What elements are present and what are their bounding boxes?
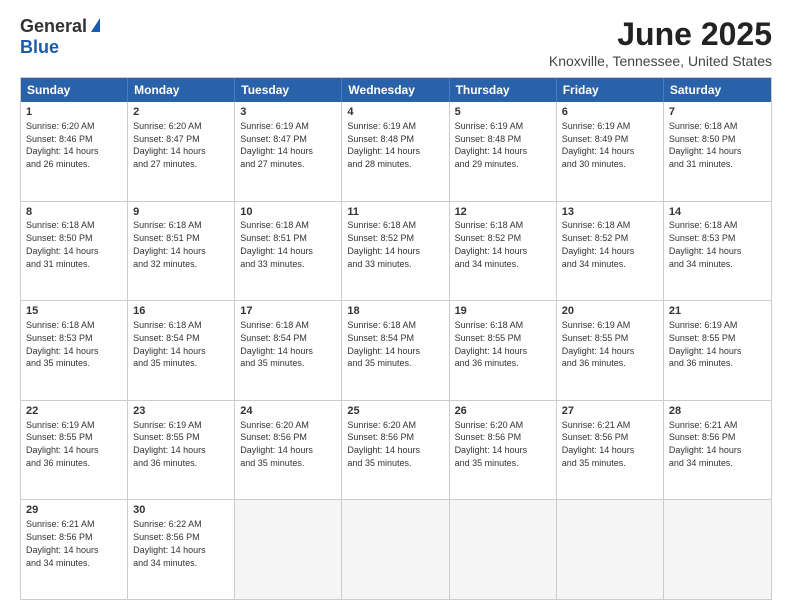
cal-cell-5: 5Sunrise: 6:19 AMSunset: 8:48 PMDaylight… — [450, 102, 557, 201]
logo-general-text: General — [20, 16, 87, 37]
page: General Blue June 2025 Knoxville, Tennes… — [0, 0, 792, 612]
cal-cell-7: 7Sunrise: 6:18 AMSunset: 8:50 PMDaylight… — [664, 102, 771, 201]
cal-cell-3: 3Sunrise: 6:19 AMSunset: 8:47 PMDaylight… — [235, 102, 342, 201]
cal-cell-12: 12Sunrise: 6:18 AMSunset: 8:52 PMDayligh… — [450, 202, 557, 301]
cal-cell-14: 14Sunrise: 6:18 AMSunset: 8:53 PMDayligh… — [664, 202, 771, 301]
cal-cell-empty — [450, 500, 557, 599]
cal-cell-empty — [664, 500, 771, 599]
header-friday: Friday — [557, 78, 664, 102]
calendar: Sunday Monday Tuesday Wednesday Thursday… — [20, 77, 772, 600]
cal-cell-4: 4Sunrise: 6:19 AMSunset: 8:48 PMDaylight… — [342, 102, 449, 201]
header-sunday: Sunday — [21, 78, 128, 102]
cal-row-2: 8Sunrise: 6:18 AMSunset: 8:50 PMDaylight… — [21, 201, 771, 301]
logo-triangle-icon — [91, 18, 100, 32]
cal-cell-27: 27Sunrise: 6:21 AMSunset: 8:56 PMDayligh… — [557, 401, 664, 500]
cal-cell-15: 15Sunrise: 6:18 AMSunset: 8:53 PMDayligh… — [21, 301, 128, 400]
cal-row-4: 22Sunrise: 6:19 AMSunset: 8:55 PMDayligh… — [21, 400, 771, 500]
cal-cell-empty — [342, 500, 449, 599]
cal-cell-24: 24Sunrise: 6:20 AMSunset: 8:56 PMDayligh… — [235, 401, 342, 500]
cal-cell-empty — [235, 500, 342, 599]
cal-cell-29: 29Sunrise: 6:21 AMSunset: 8:56 PMDayligh… — [21, 500, 128, 599]
cal-cell-11: 11Sunrise: 6:18 AMSunset: 8:52 PMDayligh… — [342, 202, 449, 301]
cal-cell-empty — [557, 500, 664, 599]
cal-cell-21: 21Sunrise: 6:19 AMSunset: 8:55 PMDayligh… — [664, 301, 771, 400]
header-thursday: Thursday — [450, 78, 557, 102]
cal-cell-19: 19Sunrise: 6:18 AMSunset: 8:55 PMDayligh… — [450, 301, 557, 400]
header: General Blue June 2025 Knoxville, Tennes… — [20, 16, 772, 69]
header-tuesday: Tuesday — [235, 78, 342, 102]
cal-cell-28: 28Sunrise: 6:21 AMSunset: 8:56 PMDayligh… — [664, 401, 771, 500]
header-monday: Monday — [128, 78, 235, 102]
cal-row-5: 29Sunrise: 6:21 AMSunset: 8:56 PMDayligh… — [21, 499, 771, 599]
cal-cell-2: 2Sunrise: 6:20 AMSunset: 8:47 PMDaylight… — [128, 102, 235, 201]
logo-blue-text: Blue — [20, 37, 59, 58]
calendar-header: Sunday Monday Tuesday Wednesday Thursday… — [21, 78, 771, 102]
cal-cell-30: 30Sunrise: 6:22 AMSunset: 8:56 PMDayligh… — [128, 500, 235, 599]
title-block: June 2025 Knoxville, Tennessee, United S… — [549, 16, 772, 69]
calendar-body: 1Sunrise: 6:20 AMSunset: 8:46 PMDaylight… — [21, 102, 771, 599]
cal-cell-16: 16Sunrise: 6:18 AMSunset: 8:54 PMDayligh… — [128, 301, 235, 400]
header-saturday: Saturday — [664, 78, 771, 102]
cal-cell-17: 17Sunrise: 6:18 AMSunset: 8:54 PMDayligh… — [235, 301, 342, 400]
cal-cell-23: 23Sunrise: 6:19 AMSunset: 8:55 PMDayligh… — [128, 401, 235, 500]
cal-row-3: 15Sunrise: 6:18 AMSunset: 8:53 PMDayligh… — [21, 300, 771, 400]
cal-cell-8: 8Sunrise: 6:18 AMSunset: 8:50 PMDaylight… — [21, 202, 128, 301]
subtitle: Knoxville, Tennessee, United States — [549, 53, 772, 69]
cal-cell-6: 6Sunrise: 6:19 AMSunset: 8:49 PMDaylight… — [557, 102, 664, 201]
cal-cell-10: 10Sunrise: 6:18 AMSunset: 8:51 PMDayligh… — [235, 202, 342, 301]
cal-cell-25: 25Sunrise: 6:20 AMSunset: 8:56 PMDayligh… — [342, 401, 449, 500]
cal-cell-1: 1Sunrise: 6:20 AMSunset: 8:46 PMDaylight… — [21, 102, 128, 201]
header-wednesday: Wednesday — [342, 78, 449, 102]
cal-row-1: 1Sunrise: 6:20 AMSunset: 8:46 PMDaylight… — [21, 102, 771, 201]
cal-cell-18: 18Sunrise: 6:18 AMSunset: 8:54 PMDayligh… — [342, 301, 449, 400]
cal-cell-26: 26Sunrise: 6:20 AMSunset: 8:56 PMDayligh… — [450, 401, 557, 500]
logo: General Blue — [20, 16, 100, 58]
cal-cell-13: 13Sunrise: 6:18 AMSunset: 8:52 PMDayligh… — [557, 202, 664, 301]
cal-cell-22: 22Sunrise: 6:19 AMSunset: 8:55 PMDayligh… — [21, 401, 128, 500]
cal-cell-9: 9Sunrise: 6:18 AMSunset: 8:51 PMDaylight… — [128, 202, 235, 301]
cal-cell-20: 20Sunrise: 6:19 AMSunset: 8:55 PMDayligh… — [557, 301, 664, 400]
main-title: June 2025 — [549, 16, 772, 53]
